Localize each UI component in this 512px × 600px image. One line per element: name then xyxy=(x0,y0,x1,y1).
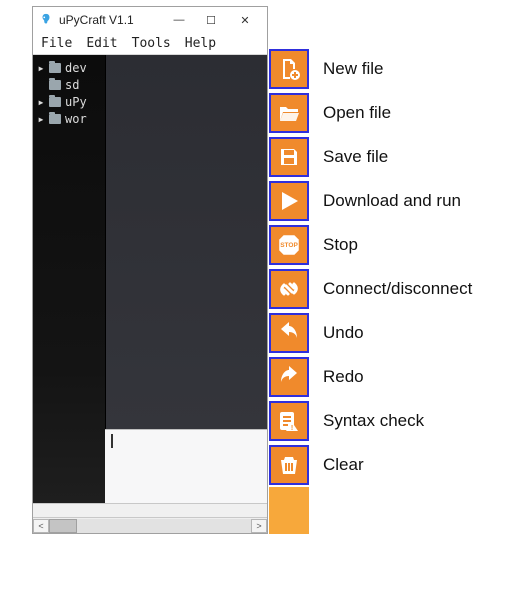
scroll-right-button[interactable]: > xyxy=(251,519,267,533)
toolbar-label: Syntax check xyxy=(323,411,424,431)
download-run-icon xyxy=(277,189,301,213)
chevron-right-icon: ▸ xyxy=(37,112,45,126)
chevron-right-icon: ▸ xyxy=(37,95,45,109)
tree-item-label: uPy xyxy=(65,95,87,109)
editor-column xyxy=(105,55,267,503)
new-file-icon xyxy=(277,57,301,81)
toolbar-label: New file xyxy=(323,59,383,79)
maximize-button[interactable]: ☐ xyxy=(195,10,227,30)
title-bar: uPyCraft V1.1 — ☐ ✕ xyxy=(33,7,267,33)
syntax-check-button[interactable]: ! xyxy=(269,401,309,441)
scroll-thumb[interactable] xyxy=(49,519,77,533)
tree-item-sd[interactable]: sd xyxy=(35,76,103,93)
save-file-icon xyxy=(277,145,301,169)
tree-item-label: sd xyxy=(65,78,79,92)
menu-edit[interactable]: Edit xyxy=(86,36,117,51)
toolbar-label: Undo xyxy=(323,323,364,343)
app-window: uPyCraft V1.1 — ☐ ✕ File Edit Tools Help… xyxy=(32,6,268,534)
tree-item-label: dev xyxy=(65,61,87,75)
connect-icon xyxy=(277,277,301,301)
toolbar-label: Open file xyxy=(323,103,391,123)
stop-icon: STOP xyxy=(276,232,302,258)
toolbar-label: Stop xyxy=(323,235,358,255)
close-button[interactable]: ✕ xyxy=(227,10,263,30)
menu-help[interactable]: Help xyxy=(185,36,216,51)
undo-button[interactable] xyxy=(269,313,309,353)
toolbar-label: Download and run xyxy=(323,191,461,211)
toolbar-label: Redo xyxy=(323,367,364,387)
scroll-left-button[interactable]: < xyxy=(33,519,49,533)
file-tree[interactable]: ▸ dev sd ▸ uPy ▸ wor xyxy=(33,55,105,503)
svg-text:STOP: STOP xyxy=(280,242,298,249)
window-title: uPyCraft V1.1 xyxy=(59,13,163,27)
redo-button[interactable] xyxy=(269,357,309,397)
scroll-track[interactable] xyxy=(49,519,251,533)
workspace: ▸ dev sd ▸ uPy ▸ wor xyxy=(33,55,267,503)
toolbar-label: Connect/disconnect xyxy=(323,279,472,299)
connect-button[interactable] xyxy=(269,269,309,309)
menu-file[interactable]: File xyxy=(41,36,72,51)
download-run-button[interactable] xyxy=(269,181,309,221)
folder-icon xyxy=(49,97,61,107)
clear-icon xyxy=(277,453,301,477)
toolbar-filler xyxy=(269,487,309,534)
chevron-right-icon: ▸ xyxy=(37,61,45,75)
undo-icon xyxy=(277,321,301,345)
tree-item-workspace[interactable]: ▸ wor xyxy=(35,110,103,127)
tree-item-upy[interactable]: ▸ uPy xyxy=(35,93,103,110)
syntax-check-icon: ! xyxy=(277,409,301,433)
toolbar-label: Clear xyxy=(323,455,364,475)
terminal[interactable] xyxy=(105,429,267,503)
code-editor[interactable] xyxy=(105,55,267,429)
open-file-icon xyxy=(277,101,301,125)
app-logo-icon xyxy=(39,13,53,27)
redo-icon xyxy=(277,365,301,389)
folder-icon xyxy=(49,80,61,90)
clear-button[interactable] xyxy=(269,445,309,485)
toolbar-legend: New file Open file Save file Download an… xyxy=(269,47,509,487)
tree-item-dev[interactable]: ▸ dev xyxy=(35,59,103,76)
open-file-button[interactable] xyxy=(269,93,309,133)
svg-text:!: ! xyxy=(291,425,293,432)
save-file-button[interactable] xyxy=(269,137,309,177)
menu-bar: File Edit Tools Help xyxy=(33,33,267,55)
folder-icon xyxy=(49,63,61,73)
folder-icon xyxy=(49,114,61,124)
toolbar-label: Save file xyxy=(323,147,388,167)
minimize-button[interactable]: — xyxy=(163,10,195,30)
horizontal-scrollbar[interactable]: < > xyxy=(33,517,267,533)
tree-item-label: wor xyxy=(65,112,87,126)
stop-button[interactable]: STOP xyxy=(269,225,309,265)
text-cursor xyxy=(111,434,113,448)
new-file-button[interactable] xyxy=(269,49,309,89)
status-bar xyxy=(33,503,267,517)
menu-tools[interactable]: Tools xyxy=(132,36,171,51)
